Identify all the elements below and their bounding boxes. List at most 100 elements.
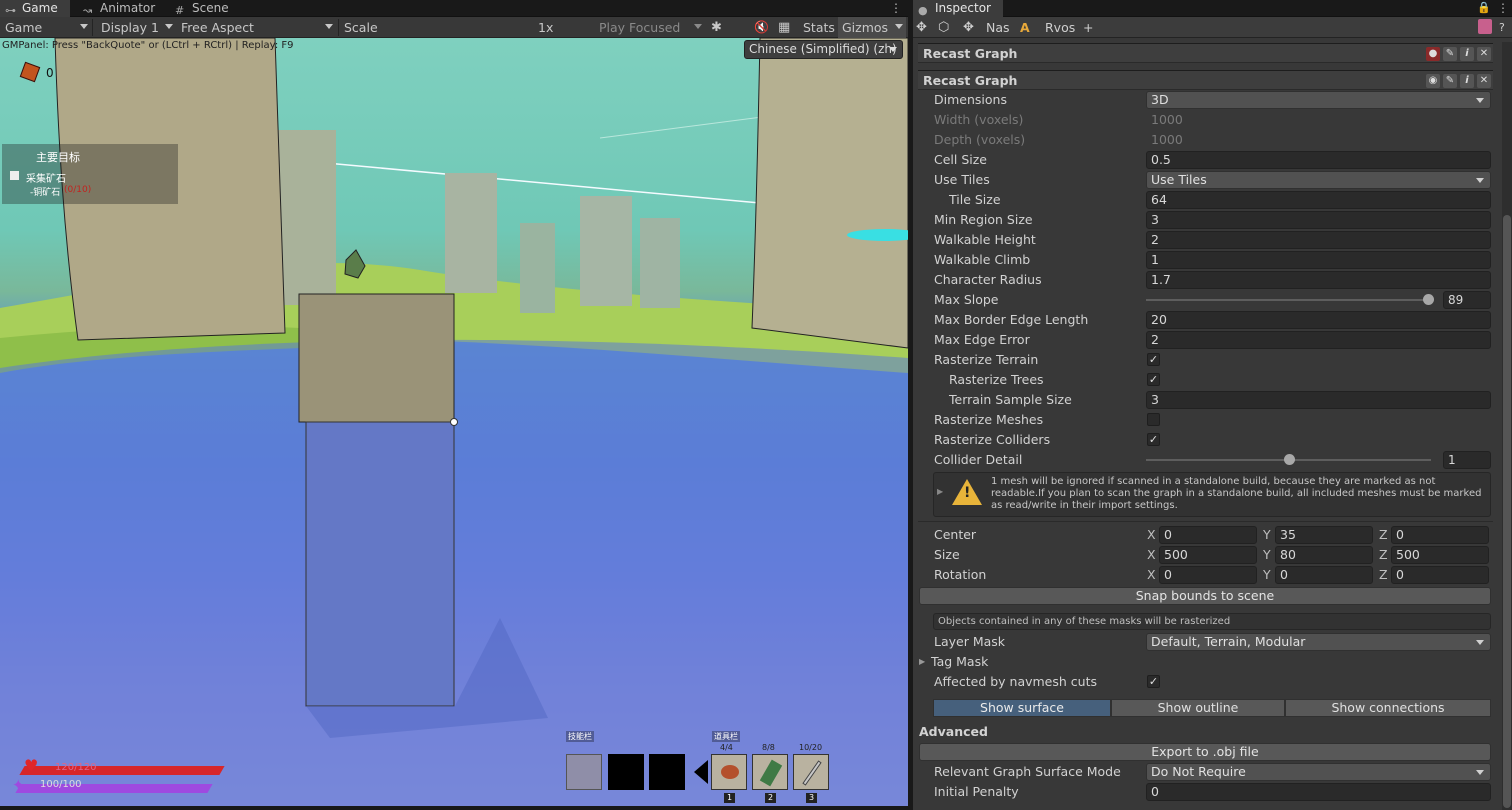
tab-rvos[interactable]: Rvos bbox=[1045, 17, 1075, 38]
cell-size-field[interactable]: 0.5 bbox=[1146, 151, 1491, 169]
rasterize-terrain-checkbox[interactable]: ✓ bbox=[1147, 353, 1160, 366]
skill-slot[interactable] bbox=[566, 754, 602, 790]
scale-label: Scale bbox=[344, 20, 378, 35]
initial-penalty-field[interactable]: 0 bbox=[1146, 783, 1491, 801]
snap-bounds-button[interactable]: Snap bounds to scene bbox=[919, 587, 1491, 605]
collider-detail-label: Collider Detail bbox=[934, 452, 1023, 467]
quest-checkbox[interactable] bbox=[10, 171, 19, 180]
size-x-field[interactable]: 500 bbox=[1159, 546, 1257, 564]
play-mode-dropdown[interactable]: Play Focused bbox=[599, 17, 704, 38]
lock-icon[interactable]: 🔒 bbox=[1477, 1, 1491, 14]
show-surface-button[interactable]: Show surface bbox=[933, 699, 1111, 717]
walkable-climb-field[interactable]: 1 bbox=[1146, 251, 1491, 269]
show-connections-button[interactable]: Show connections bbox=[1285, 699, 1491, 717]
cube-icon[interactable]: ⬡ bbox=[938, 17, 949, 38]
inspector-scrollbar-thumb[interactable] bbox=[1503, 215, 1511, 808]
item-slot-meat[interactable] bbox=[711, 754, 747, 790]
rasterize-trees-checkbox[interactable]: ✓ bbox=[1147, 373, 1160, 386]
stats-button[interactable]: Stats bbox=[803, 17, 835, 38]
inspector-toolbar: ✥ ⬡ ✥ Nas A Rvos + ? bbox=[913, 17, 1512, 38]
tab-game[interactable]: ⊶ Game bbox=[0, 0, 70, 17]
game-toolbar: Game Display 1 Free Aspect Scale 1x Play… bbox=[0, 17, 908, 50]
dimensions-dropdown[interactable]: 3D bbox=[1146, 91, 1491, 109]
export-obj-button[interactable]: Export to .obj file bbox=[919, 743, 1491, 761]
character-radius-field[interactable]: 1.7 bbox=[1146, 271, 1491, 289]
potion-icon bbox=[759, 759, 783, 787]
more-menu-icon[interactable]: ⋮ bbox=[890, 1, 902, 15]
mute-audio-icon[interactable]: 🔇 bbox=[754, 17, 769, 38]
min-region-size-label: Min Region Size bbox=[934, 212, 1033, 227]
bug-icon[interactable]: ✱ bbox=[711, 17, 722, 38]
center-z-field[interactable]: 0 bbox=[1391, 526, 1489, 544]
use-tiles-dropdown[interactable]: Use Tiles bbox=[1146, 171, 1491, 189]
item-key: 2 bbox=[765, 793, 776, 803]
tab-nas[interactable]: Nas bbox=[986, 17, 1010, 38]
terrain-sample-size-field[interactable]: 3 bbox=[1146, 391, 1491, 409]
close-icon[interactable]: ✕ bbox=[1477, 74, 1491, 88]
layer-mask-dropdown[interactable]: Default, Terrain, Modular bbox=[1146, 633, 1491, 651]
max-slope-slider-track[interactable] bbox=[1146, 299, 1431, 301]
tab-inspector[interactable]: ● Inspector bbox=[913, 0, 1003, 17]
rasterize-meshes-checkbox[interactable] bbox=[1147, 413, 1160, 426]
eye-icon[interactable]: ◉ bbox=[1426, 74, 1440, 88]
rasterize-terrain-row: Rasterize Terrain ✓ bbox=[918, 350, 1493, 370]
max-slope-value-field[interactable]: 89 bbox=[1443, 291, 1491, 309]
info-icon[interactable]: i bbox=[1460, 74, 1474, 88]
collider-detail-value-field[interactable]: 1 bbox=[1443, 451, 1491, 469]
min-region-size-field[interactable]: 3 bbox=[1146, 211, 1491, 229]
help-icon[interactable]: ? bbox=[1499, 17, 1505, 38]
graph-header[interactable]: Recast Graph ◉ ✎ i ✕ bbox=[918, 70, 1493, 90]
size-y-field[interactable]: 80 bbox=[1275, 546, 1373, 564]
size-z-field[interactable]: 500 bbox=[1391, 546, 1489, 564]
rotation-z-field[interactable]: 0 bbox=[1391, 566, 1489, 584]
game-viewport[interactable]: GMPanel: Press "BackQuote" or (LCtrl + R… bbox=[0, 38, 908, 806]
more-menu-icon[interactable]: ⋮ bbox=[1497, 1, 1509, 15]
surface-mode-dropdown[interactable]: Do Not Require bbox=[1146, 763, 1491, 781]
walkable-height-field[interactable]: 2 bbox=[1146, 231, 1491, 249]
rasterize-colliders-checkbox[interactable]: ✓ bbox=[1147, 433, 1160, 446]
foldout-arrow-icon[interactable]: ▶ bbox=[937, 487, 943, 496]
item-slot-potion[interactable] bbox=[752, 754, 788, 790]
depth-voxels-field: 1000 bbox=[1151, 132, 1183, 147]
component-header[interactable]: Recast Graph ● ✎ i ✕ bbox=[918, 43, 1493, 63]
max-border-edge-length-field[interactable]: 20 bbox=[1146, 311, 1491, 329]
terrain-sample-size-label: Terrain Sample Size bbox=[949, 392, 1072, 407]
pencil-icon[interactable]: ✎ bbox=[1443, 47, 1457, 61]
shortcuts-grid-icon[interactable]: ▦ bbox=[778, 17, 790, 38]
rotation-x-field[interactable]: 0 bbox=[1159, 566, 1257, 584]
pencil-icon[interactable]: ✎ bbox=[1443, 74, 1457, 88]
package-icon[interactable] bbox=[1478, 19, 1492, 34]
collider-detail-slider-knob[interactable] bbox=[1283, 454, 1295, 465]
display-dropdown[interactable]: Display 1 bbox=[101, 17, 176, 38]
center-y-field[interactable]: 35 bbox=[1275, 526, 1373, 544]
a-logo-icon[interactable]: A bbox=[1020, 17, 1030, 38]
move-tool-icon[interactable]: ✥ bbox=[916, 17, 927, 38]
advanced-header[interactable]: Advanced bbox=[919, 724, 988, 739]
skill-slot[interactable] bbox=[608, 754, 644, 790]
tab-scene[interactable]: # Scene bbox=[170, 0, 240, 17]
aspect-dropdown[interactable]: Free Aspect bbox=[181, 17, 336, 38]
rotation-y-field[interactable]: 0 bbox=[1275, 566, 1373, 584]
character-radius-row: Character Radius 1.7 bbox=[918, 270, 1493, 290]
navmesh-cuts-checkbox[interactable]: ✓ bbox=[1147, 675, 1160, 688]
language-dropdown[interactable]: Chinese (Simplified) (zh) bbox=[744, 40, 903, 59]
show-outline-button[interactable]: Show outline bbox=[1111, 699, 1285, 717]
gizmos-button[interactable]: Gizmos bbox=[838, 17, 906, 38]
move-tool-icon[interactable]: ✥ bbox=[963, 17, 974, 38]
tile-size-field[interactable]: 64 bbox=[1146, 191, 1491, 209]
center-x-field[interactable]: 0 bbox=[1159, 526, 1257, 544]
rasterize-colliders-row: Rasterize Colliders ✓ bbox=[918, 430, 1493, 450]
record-icon[interactable]: ● bbox=[1426, 47, 1440, 61]
add-tab-button[interactable]: + bbox=[1083, 17, 1093, 38]
game-view-dropdown[interactable]: Game bbox=[5, 17, 90, 38]
info-icon[interactable]: i bbox=[1460, 47, 1474, 61]
skill-slot[interactable] bbox=[649, 754, 685, 790]
item-slot-sword[interactable] bbox=[793, 754, 829, 790]
tab-animator[interactable]: ↝ Animator bbox=[78, 0, 166, 17]
walkable-height-row: Walkable Height 2 bbox=[918, 230, 1493, 250]
depth-voxels-label: Depth (voxels) bbox=[934, 132, 1026, 147]
tag-mask-row[interactable]: ▶ Tag Mask bbox=[918, 652, 1493, 672]
max-edge-error-field[interactable]: 2 bbox=[1146, 331, 1491, 349]
close-icon[interactable]: ✕ bbox=[1477, 47, 1491, 61]
max-slope-slider-knob[interactable] bbox=[1422, 294, 1434, 305]
